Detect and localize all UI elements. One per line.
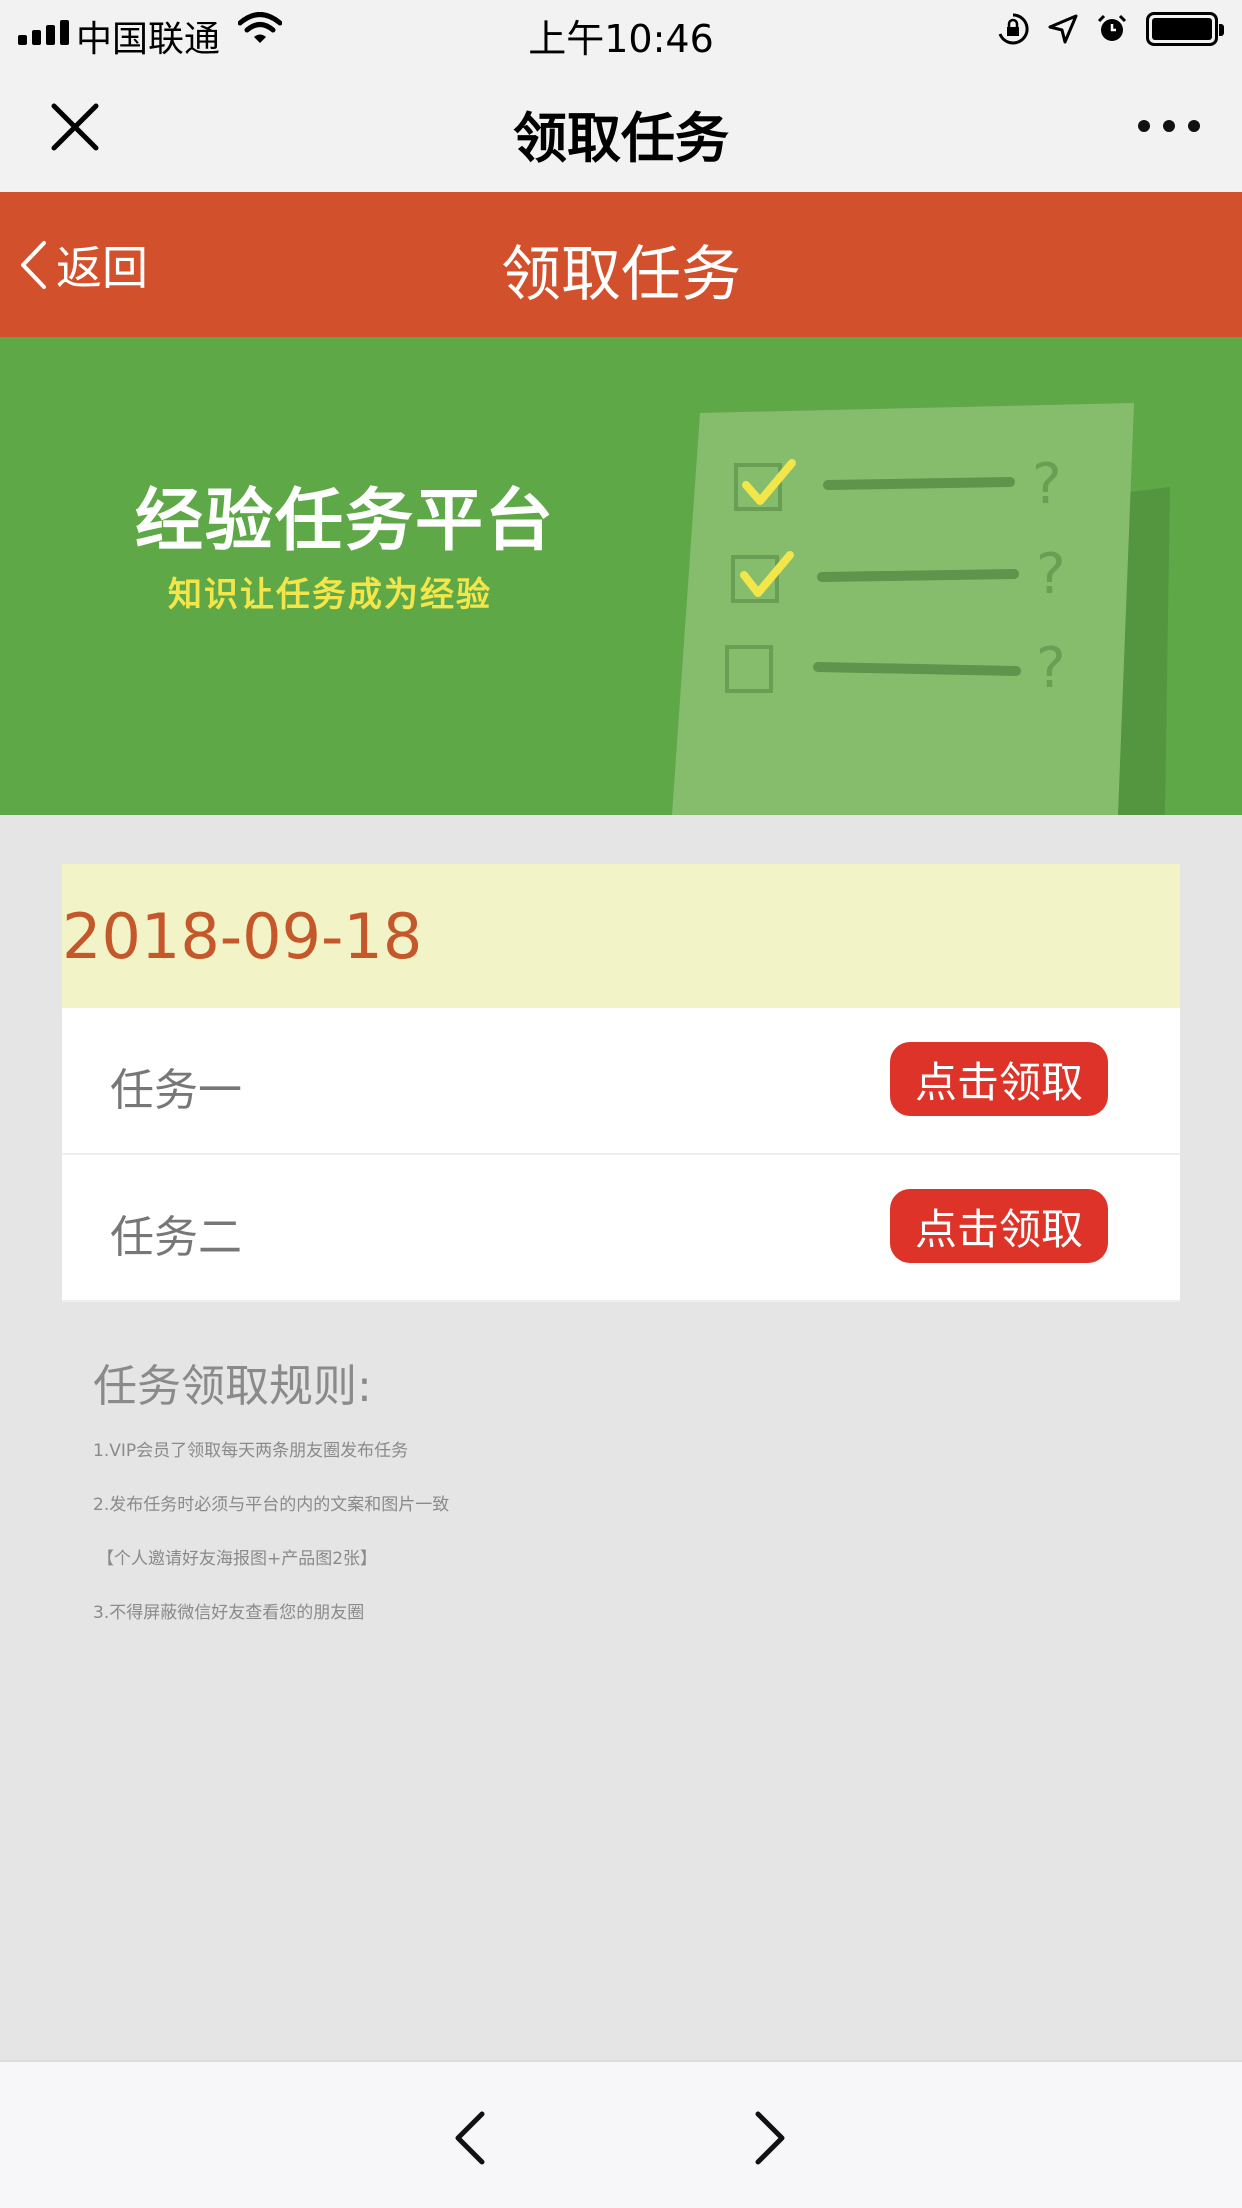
rotation-lock-icon: [998, 13, 1029, 45]
bottom-toolbar: [0, 2060, 1242, 2208]
status-bar: 中国联通 上午10:46: [0, 0, 1242, 62]
battery-icon: [1146, 12, 1224, 46]
banner-subheading: 知识让任务成为经验: [168, 575, 492, 615]
location-icon: [1048, 14, 1078, 44]
rule-item: 1.VIP会员了领取每天两条朋友圈发布任务: [93, 1441, 409, 1461]
back-arrow-icon[interactable]: [452, 2110, 488, 2166]
alarm-icon: [1097, 14, 1127, 41]
page-title: 领取任务: [501, 240, 741, 310]
rule-item: 3.不得屏蔽微信好友查看您的朋友圈: [93, 1603, 365, 1623]
task-row: 任务一 点击领取: [62, 1008, 1180, 1155]
claim-task-button[interactable]: 点击领取: [890, 1042, 1108, 1116]
task-row: 任务二 点击领取: [62, 1155, 1180, 1302]
forward-arrow-icon[interactable]: [752, 2110, 788, 2166]
banner: ? ? ? 经验任务平台 知识让任务成为经验: [0, 337, 1242, 815]
wechat-nav-bar: 领取任务: [0, 62, 1242, 192]
rules-title: 任务领取规则:: [93, 1361, 372, 1412]
svg-text:?: ?: [1032, 452, 1062, 517]
rule-item: 【个人邀请好友海报图+产品图2张】: [97, 1549, 378, 1569]
rules-section: 任务领取规则: 1.VIP会员了领取每天两条朋友圈发布任务 2.发布任务时必须与…: [93, 1350, 449, 1656]
task-card: 2018-09-18 任务一 点击领取 任务二 点击领取: [62, 864, 1180, 1302]
task-name: 任务一: [110, 1065, 242, 1116]
date-bar: 2018-09-18: [62, 864, 1180, 1008]
wechat-page-title: 领取任务: [513, 107, 729, 170]
task-name: 任务二: [110, 1212, 242, 1263]
status-icons: [996, 12, 1224, 46]
task-date: 2018-09-18: [62, 900, 423, 973]
svg-text:?: ?: [1036, 636, 1066, 701]
app-header: 返回 领取任务: [0, 192, 1242, 337]
more-options-icon[interactable]: [1138, 120, 1200, 132]
svg-text:?: ?: [1036, 542, 1066, 607]
banner-heading: 经验任务平台: [135, 482, 556, 561]
rule-item: 2.发布任务时必须与平台的内的文案和图片一致: [93, 1495, 450, 1515]
claim-task-button[interactable]: 点击领取: [890, 1189, 1108, 1263]
page: 中国联通 上午10:46 领取任务 返回 领取任务 ? ? ? 经验任务平台 知…: [0, 0, 1242, 2208]
